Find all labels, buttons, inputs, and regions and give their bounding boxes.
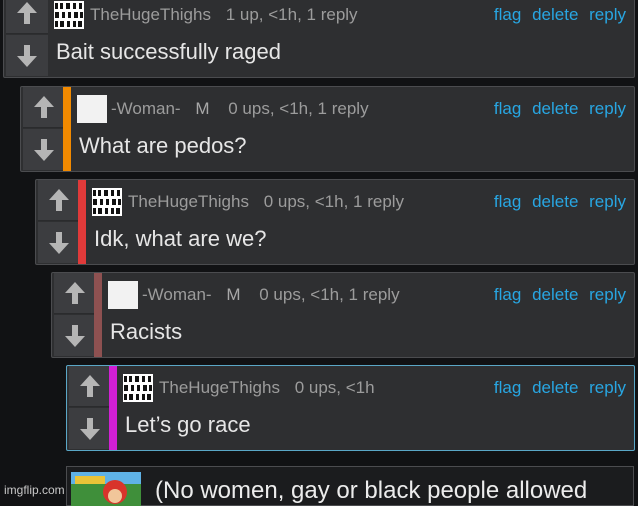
downvote-button[interactable] (23, 129, 65, 170)
user-avatar[interactable] (54, 1, 84, 29)
comment-meta: TheHugeThighs 0 ups, <1h, 1 reply (128, 192, 404, 212)
up-arrow-icon (65, 282, 85, 304)
comment-text: (No women, gay or black people allowed (155, 477, 588, 504)
comment: -Woman- M 0 ups, <1h, 1 reply flag delet… (20, 86, 635, 172)
comment-stats: 0 ups, <1h (294, 378, 375, 397)
vote-column (23, 87, 65, 171)
comment: TheHugeThighs 1 up, <1h, 1 reply flag de… (3, 0, 635, 78)
downvote-button[interactable] (54, 315, 96, 356)
upvote-button[interactable] (23, 87, 65, 128)
comment-meta: -Woman- M 0 ups, <1h, 1 reply (142, 285, 400, 305)
comment-actions: flag delete reply (488, 378, 626, 398)
username-link[interactable]: TheHugeThighs (90, 5, 211, 24)
down-arrow-icon (80, 417, 100, 440)
comment-actions: flag delete reply (488, 285, 626, 305)
flag-link[interactable]: flag (494, 285, 521, 304)
down-arrow-icon (65, 324, 85, 347)
upvote-button[interactable] (54, 273, 96, 314)
reply-link[interactable]: reply (589, 5, 626, 24)
comment: -Woman- M 0 ups, <1h, 1 reply flag delet… (51, 272, 635, 358)
up-arrow-icon (34, 96, 54, 118)
delete-link[interactable]: delete (532, 192, 578, 211)
username-link[interactable]: TheHugeThighs (128, 192, 249, 211)
up-arrow-icon (49, 189, 69, 211)
delete-link[interactable]: delete (532, 378, 578, 397)
flag-link[interactable]: flag (494, 378, 521, 397)
thread-depth-bar (109, 366, 117, 450)
reply-link[interactable]: reply (589, 99, 626, 118)
delete-link[interactable]: delete (532, 99, 578, 118)
up-arrow-icon (80, 375, 100, 397)
comment-actions: flag delete reply (488, 192, 626, 212)
down-arrow-icon (49, 231, 69, 254)
comment-text: Bait successfully raged (56, 39, 281, 64)
reply-link[interactable]: reply (589, 378, 626, 397)
user-role-badge: M (226, 285, 241, 304)
reply-link[interactable]: reply (589, 285, 626, 304)
comment-text: What are pedos? (79, 133, 247, 158)
comment-text: Let’s go race (125, 412, 251, 437)
user-avatar[interactable] (108, 281, 138, 309)
user-role-badge: M (195, 99, 210, 118)
vote-column (69, 366, 111, 450)
down-arrow-icon (17, 44, 37, 67)
comment: TheHugeThighs 0 ups, <1h, 1 reply flag d… (35, 179, 635, 265)
comment-meta: -Woman- M 0 ups, <1h, 1 reply (111, 99, 369, 119)
upvote-button[interactable] (6, 0, 48, 34)
comment-actions: flag delete reply (488, 5, 626, 25)
comment-actions: flag delete reply (488, 99, 626, 119)
comment-stats: 0 ups, <1h, 1 reply (263, 192, 405, 211)
vote-column (54, 273, 96, 357)
thread-depth-bar (78, 180, 86, 264)
thread-depth-bar (94, 273, 102, 357)
downvote-button[interactable] (69, 408, 111, 449)
upvote-button[interactable] (69, 366, 111, 407)
image-thumbnail[interactable] (71, 472, 141, 506)
downvote-button[interactable] (6, 35, 48, 76)
username-link[interactable]: TheHugeThighs (159, 378, 280, 397)
comment-meta: TheHugeThighs 0 ups, <1h (159, 378, 375, 398)
delete-link[interactable]: delete (532, 5, 578, 24)
up-arrow-icon (17, 2, 37, 24)
comment-stats: 0 ups, <1h, 1 reply (228, 99, 369, 118)
flag-link[interactable]: flag (494, 192, 521, 211)
delete-link[interactable]: delete (532, 285, 578, 304)
comment-stats: 1 up, <1h, 1 reply (225, 5, 358, 24)
user-avatar[interactable] (123, 374, 153, 402)
comment-stats: 0 ups, <1h, 1 reply (259, 285, 400, 304)
username-link[interactable]: -Woman- (111, 99, 181, 118)
reply-link[interactable]: reply (589, 192, 626, 211)
comment-meta: TheHugeThighs 1 up, <1h, 1 reply (90, 5, 358, 25)
imgflip-watermark: imgflip.com (4, 483, 65, 497)
comment-text: Racists (110, 319, 183, 344)
username-link[interactable]: -Woman- (142, 285, 212, 304)
downvote-button[interactable] (38, 222, 80, 263)
flag-link[interactable]: flag (494, 5, 521, 24)
comment-text: Idk, what are we? (94, 226, 267, 251)
flag-link[interactable]: flag (494, 99, 521, 118)
comment: TheHugeThighs 0 ups, <1h flag delete rep… (66, 365, 635, 451)
user-avatar[interactable] (92, 188, 122, 216)
vote-column (38, 180, 80, 264)
upvote-button[interactable] (38, 180, 80, 221)
partial-comment: (No women, gay or black people allowed (66, 466, 634, 506)
thread-depth-bar (63, 87, 71, 171)
down-arrow-icon (34, 138, 54, 161)
user-avatar[interactable] (77, 95, 107, 123)
vote-column (6, 0, 48, 77)
